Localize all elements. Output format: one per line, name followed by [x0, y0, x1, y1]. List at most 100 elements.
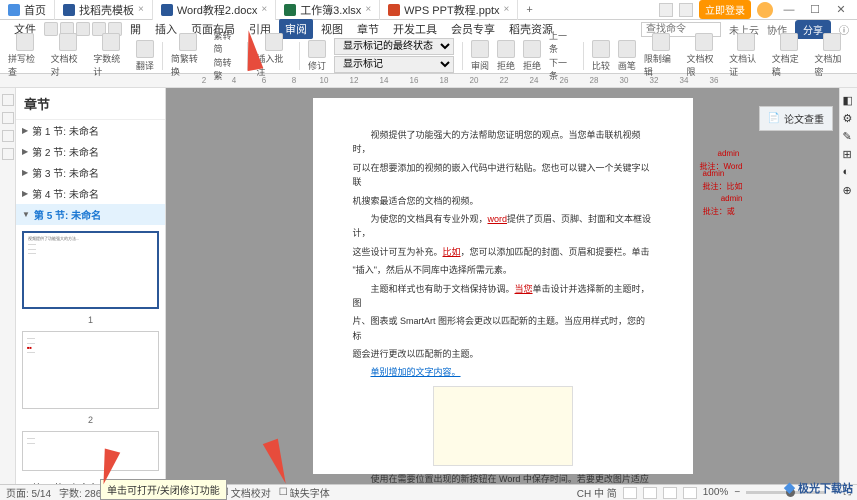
maximize-button[interactable]: ☐	[805, 3, 825, 16]
sidebar-icon-4[interactable]	[2, 148, 14, 160]
pen-button[interactable]: 画笔	[618, 40, 636, 72]
view-mode-1[interactable]	[623, 487, 637, 499]
chevron-right-icon: ▶	[22, 189, 28, 198]
tab-pptx[interactable]: WPS PPT教程.pptx×	[380, 0, 518, 20]
track-icon	[308, 40, 326, 58]
tracked-change[interactable]: 比如	[443, 247, 461, 257]
ribbon-tab-dev[interactable]: 开发工具	[387, 19, 443, 39]
chevron-right-icon: ▶	[22, 168, 28, 177]
tab-label: 找稻壳模板	[79, 2, 134, 18]
zoom-level[interactable]: 100%	[703, 487, 729, 498]
pen-icon	[618, 40, 636, 58]
doc-final-button[interactable]: 文档定稿	[772, 33, 807, 78]
view-mode-4[interactable]	[683, 487, 697, 499]
right-panel-icon-6[interactable]: ⊕	[843, 184, 855, 196]
right-panel-icon-2[interactable]: ⚙	[843, 112, 855, 124]
inserted-text[interactable]: 单别增加的文字内容。	[371, 367, 461, 377]
missing-font-status[interactable]: ☐ 缺失字体	[279, 485, 330, 500]
outline-item-2[interactable]: ▶第 2 节: 未命名	[16, 141, 165, 162]
restrict-edit-button[interactable]: 限制编辑	[644, 33, 679, 78]
tab-add-button[interactable]: +	[518, 4, 540, 16]
accept-button[interactable]: 审阅	[471, 40, 489, 72]
tab-label: 工作簿3.xlsx	[300, 2, 361, 18]
page-thumbnail-3[interactable]: ————	[22, 431, 159, 471]
body-text: 题会进行更改以匹配新的主题。	[353, 349, 479, 359]
tab-label: 首页	[24, 2, 46, 18]
close-icon[interactable]: ×	[138, 4, 144, 15]
chevron-right-icon: ▶	[22, 147, 28, 156]
outline-item-5[interactable]: ▼第 5 节: 未命名	[16, 204, 165, 225]
comment-text: 批注：比如	[703, 182, 743, 191]
reject-icon	[523, 40, 541, 58]
reject-button[interactable]: 拒绝	[497, 40, 515, 72]
body-text: 视频提供了功能强大的方法帮助您证明您的观点。当您单击联机视频时，	[353, 130, 641, 154]
spell-check-button[interactable]: 拼写检查	[8, 33, 43, 78]
right-panel-icon-5[interactable]: ◐	[843, 166, 855, 178]
embedded-diagram[interactable]	[433, 386, 573, 466]
body-text: "插入"，然后从不同库中选择所需元素。	[353, 265, 512, 275]
tab-home[interactable]: 首页	[0, 0, 55, 20]
display-mode-select[interactable]: 显示标记的最终状态	[334, 38, 454, 55]
outline-item-4[interactable]: ▶第 4 节: 未命名	[16, 183, 165, 204]
outline-item-3[interactable]: ▶第 3 节: 未命名	[16, 162, 165, 183]
doc-encrypt-button[interactable]: 文档加密	[814, 33, 849, 78]
trad-to-simp[interactable]: 繁转简	[213, 29, 239, 55]
reject2-button[interactable]: 拒绝	[523, 40, 541, 72]
view-mode-3[interactable]	[663, 487, 677, 499]
titlebar-btn2[interactable]	[679, 3, 693, 17]
minimize-button[interactable]: —	[779, 4, 799, 16]
sidebar-icon-1[interactable]	[2, 94, 14, 106]
ribbon-tab-view[interactable]: 视图	[315, 19, 349, 39]
view-mode-2[interactable]	[643, 487, 657, 499]
comment-user[interactable]: admin	[718, 149, 740, 158]
tab-word-doc[interactable]: Word教程2.docx×	[153, 0, 276, 20]
compare-icon	[592, 40, 610, 58]
page-thumbnail-2[interactable]: ————■■——	[22, 331, 159, 409]
prev-change[interactable]: 上一条	[549, 29, 575, 55]
tracked-change[interactable]: 当您	[515, 284, 533, 294]
chevron-down-icon: ▼	[22, 210, 30, 219]
comment-user[interactable]: admin	[721, 194, 743, 203]
doc-cert-button[interactable]: 文档认证	[729, 33, 764, 78]
ribbon-tab-member[interactable]: 会员专享	[445, 19, 501, 39]
doc-check-status[interactable]: ☐ 文档校对	[220, 485, 271, 500]
page-indicator[interactable]: 页面: 5/14	[6, 485, 51, 500]
close-icon[interactable]: ×	[504, 4, 510, 15]
document-page[interactable]: 视频提供了功能强大的方法帮助您证明您的观点。当您单击联机视频时， 可以在想要添加…	[313, 98, 693, 474]
word-count-button[interactable]: 字数统计	[93, 33, 128, 78]
body-text: 可以在想要添加的视频的嵌入代码中进行粘贴。您也可以键入一个关键字以联	[353, 163, 650, 187]
tracked-change[interactable]: word	[488, 214, 508, 224]
sidebar-icon-2[interactable]	[2, 112, 14, 124]
show-markup-select[interactable]: 显示标记	[334, 56, 454, 73]
outline-item-1[interactable]: ▶第 1 节: 未命名	[16, 120, 165, 141]
comment-user[interactable]: admin	[703, 169, 725, 178]
avatar[interactable]	[757, 2, 773, 18]
doc-proof-button[interactable]: 文档校对	[51, 33, 86, 78]
zoom-out-button[interactable]: −	[734, 487, 740, 498]
right-panel-icon-1[interactable]: ◧	[843, 94, 855, 106]
right-panel-icon-4[interactable]: ⊞	[843, 148, 855, 160]
compare-button[interactable]: 比较	[592, 40, 610, 72]
tab-template[interactable]: 找稻壳模板 ×	[55, 0, 153, 20]
sidebar-icon-3[interactable]	[2, 130, 14, 142]
insert-comment-button[interactable]: 插入批注	[256, 33, 291, 78]
doc-permission-button[interactable]: 文档权限	[687, 33, 722, 78]
simp-trad-button[interactable]: 简繁转换	[171, 33, 206, 78]
count-icon	[102, 33, 120, 51]
page-thumbnail-1[interactable]: 视频提供了功能强大的方法...——————	[22, 231, 159, 309]
tab-xlsx[interactable]: 工作簿3.xlsx ×	[276, 0, 380, 20]
track-changes-button[interactable]: 修订	[308, 40, 326, 72]
login-button[interactable]: 立即登录	[699, 0, 751, 19]
close-button[interactable]: ✕	[831, 3, 851, 16]
spell-icon	[16, 33, 34, 51]
titlebar-btn1[interactable]	[659, 3, 673, 17]
accept-icon	[471, 40, 489, 58]
outline-title: 章节	[16, 88, 165, 120]
right-panel-icon-3[interactable]: ✎	[843, 130, 855, 142]
document-scroll-area[interactable]: 视频提供了功能强大的方法帮助您证明您的观点。当您单击联机视频时， 可以在想要添加…	[166, 88, 839, 484]
close-icon[interactable]: ×	[261, 4, 267, 15]
plagiarism-check-panel[interactable]: 📄 论文查重	[759, 106, 833, 131]
ribbon-tab-section[interactable]: 章节	[351, 19, 385, 39]
close-icon[interactable]: ×	[365, 4, 371, 15]
translate-button[interactable]: 翻译	[136, 40, 154, 72]
